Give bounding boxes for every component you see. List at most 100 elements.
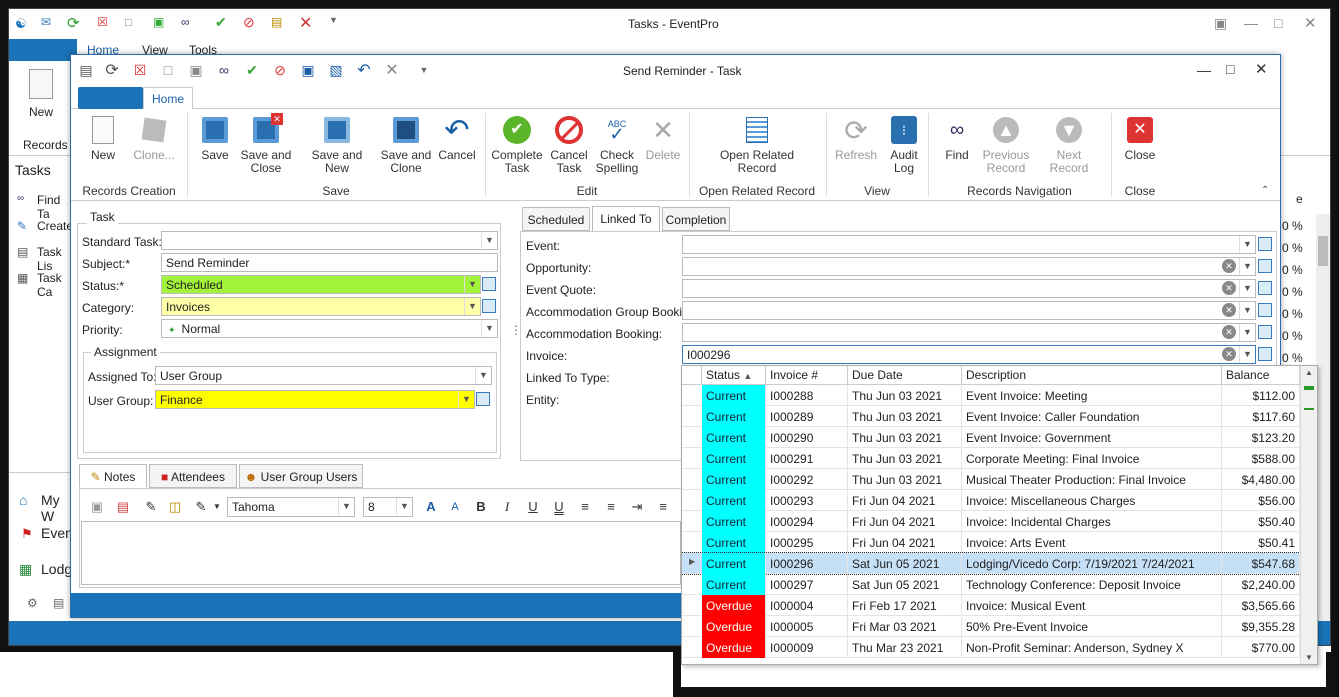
close-icon[interactable]: ✕ — [1304, 14, 1317, 32]
folder-icon[interactable]: ◫ — [165, 497, 185, 517]
cancel-button[interactable]: ↶ Cancel — [437, 115, 477, 162]
chevron-down-icon[interactable]: ▼ — [475, 367, 491, 384]
scroll-down-icon[interactable]: ▼ — [1305, 653, 1313, 662]
priority-field[interactable]: ✦ Normal ▼ — [161, 319, 498, 338]
tab-completion[interactable]: Completion — [662, 207, 730, 231]
numbering-icon[interactable]: ≡ — [601, 497, 621, 517]
accommodation-group-field[interactable]: ✕ ▼ — [682, 301, 1256, 320]
minimize-icon[interactable]: — — [1244, 15, 1258, 31]
refresh-button[interactable]: ⟳ Refresh — [831, 115, 881, 162]
table-row[interactable]: Overdue I000004 Fri Feb 17 2021 Invoice: Mu… — [682, 595, 1300, 616]
restore-icon[interactable]: ▣ — [1214, 15, 1227, 32]
save-and-new-button[interactable]: Save and New — [299, 115, 375, 175]
subject-field[interactable]: Send Reminder — [161, 253, 498, 272]
check-spelling-button[interactable]: ABC ✓ Check Spelling — [593, 115, 641, 175]
task-icon[interactable]: ▤ — [77, 61, 95, 79]
event-link-icon[interactable] — [1258, 237, 1272, 251]
collapse-ribbon-icon[interactable]: ⌃ — [1261, 185, 1269, 196]
nav-lodging[interactable]: Lodg — [41, 561, 72, 577]
save-and-clone-button[interactable]: Save and Clone — [379, 115, 433, 175]
standard-task-field[interactable]: ▼ — [161, 231, 498, 250]
check-icon[interactable]: ✔ — [243, 61, 261, 79]
sidebar-item-task-calendar[interactable]: Task Ca — [37, 271, 73, 299]
clone-button[interactable]: Clone... — [129, 115, 179, 162]
chevron-down-icon[interactable]: ▼ — [396, 498, 412, 515]
chevron-down-icon[interactable]: ▼ — [481, 232, 497, 249]
indent-icon[interactable]: ⇥ — [627, 497, 647, 517]
table-row[interactable]: Overdue I000009 Thu Mar 23 2021 Non-Profit … — [682, 637, 1300, 658]
italic-icon[interactable]: I — [497, 497, 517, 517]
chevron-down-icon[interactable]: ▼ — [1239, 346, 1255, 363]
chevron-down-icon[interactable]: ▼ — [1239, 324, 1255, 341]
chevron-down-icon[interactable]: ▼ — [1239, 258, 1255, 275]
font-size-select[interactable]: 8 ▼ — [363, 497, 413, 517]
delete-icon[interactable]: ✕ — [383, 61, 401, 79]
grid-scrollbar[interactable]: ▲ ▼ — [1300, 366, 1317, 664]
qat-customize-icon[interactable]: ▼ — [415, 61, 433, 79]
refresh-icon[interactable]: ⟳ — [103, 61, 121, 79]
tab-linked-to[interactable]: Linked To — [592, 206, 660, 232]
save-icon[interactable]: ▣ — [299, 61, 317, 79]
scroll-thumb[interactable] — [1304, 408, 1314, 410]
status-field[interactable]: Scheduled ▼ — [161, 275, 481, 294]
accommodation-group-link-icon[interactable] — [1258, 303, 1272, 317]
find-button[interactable]: ∞ Find — [937, 115, 977, 162]
event-field[interactable]: ▼ — [682, 235, 1256, 254]
double-underline-icon[interactable]: U — [549, 497, 569, 517]
sidebar-item-task-list[interactable]: Task Lis — [37, 245, 73, 273]
save-and-close-button[interactable]: ✕ Save and Close — [239, 113, 293, 175]
assigned-to-field[interactable]: User Group ▼ — [155, 366, 492, 385]
undo-icon[interactable]: ↶ — [355, 61, 373, 79]
chevron-down-icon[interactable]: ▼ — [1239, 302, 1255, 319]
edit-icon[interactable]: ✎ — [141, 497, 161, 517]
pdf-icon[interactable]: ▤ — [113, 497, 133, 517]
nav-my-work[interactable]: My W — [41, 492, 73, 524]
clipboard-icon[interactable]: ▤ — [271, 15, 282, 29]
category-link-icon[interactable] — [482, 299, 496, 313]
previous-record-button[interactable]: ▲ Previous Record — [981, 115, 1031, 175]
category-field[interactable]: Invoices ▼ — [161, 297, 481, 316]
qat-customize-icon[interactable]: ▼ — [329, 15, 338, 25]
open-related-record-button[interactable]: Open Related Record — [711, 115, 803, 175]
maximize-icon[interactable]: □ — [1274, 15, 1282, 31]
chevron-down-icon[interactable]: ▼ — [464, 298, 480, 315]
status-link-icon[interactable] — [482, 277, 496, 291]
binoculars-icon[interactable]: ∞ — [215, 61, 233, 79]
bg-scrollbar[interactable] — [1316, 214, 1330, 644]
new-document-icon[interactable]: □ — [159, 61, 177, 79]
clear-icon[interactable]: ✕ — [1222, 347, 1236, 361]
chevron-down-icon[interactable]: ▼ — [1239, 236, 1255, 253]
close-icon[interactable]: ✕ — [1255, 60, 1268, 78]
invoice-field[interactable]: I000296 ✕ ▼ — [682, 345, 1256, 364]
sidebar-item-create[interactable]: Create — [37, 219, 73, 233]
tab-notes[interactable]: ✎ Notes — [79, 464, 147, 488]
clone-icon[interactable]: ▣ — [187, 61, 205, 79]
tab-scheduled[interactable]: Scheduled — [522, 207, 590, 231]
bold-icon[interactable]: B — [471, 497, 491, 517]
clear-icon[interactable]: ✕ — [1222, 325, 1236, 339]
new-button[interactable]: New — [85, 115, 121, 162]
table-row[interactable]: Current I000295 Fri Jun 04 2021 Invoice: Ar… — [682, 532, 1300, 553]
column-header-invoice[interactable]: Invoice # — [766, 366, 848, 385]
accommodation-booking-field[interactable]: ✕ ▼ — [682, 323, 1256, 342]
notes-editor[interactable] — [81, 521, 681, 585]
underline-icon[interactable]: U — [523, 497, 543, 517]
delete-icon[interactable]: ✕ — [299, 13, 312, 33]
table-row[interactable]: ▶ Current I000296 Sat Jun 05 2021 Lodging/Vi… — [682, 552, 1300, 575]
event-quote-field[interactable]: ✕ ▼ — [682, 279, 1256, 298]
user-group-field[interactable]: Finance ▼ — [155, 390, 475, 409]
column-header-description[interactable]: Description — [962, 366, 1222, 385]
app-menu-button[interactable] — [9, 39, 77, 61]
invoice-link-icon[interactable] — [1258, 347, 1272, 361]
document-icon[interactable]: □ — [125, 15, 132, 29]
chevron-down-icon[interactable]: ▼ — [1239, 280, 1255, 297]
delete-button[interactable]: ✕ Delete — [643, 115, 683, 162]
complete-task-button[interactable]: ✔ Complete Task — [491, 115, 543, 175]
clear-icon[interactable]: ✕ — [1222, 281, 1236, 295]
column-header-due-date[interactable]: Due Date — [848, 366, 962, 385]
close-button[interactable]: ✕ Close — [1121, 115, 1159, 162]
column-header-balance[interactable]: Balance — [1222, 366, 1300, 385]
scroll-up-icon[interactable]: ▲ — [1305, 368, 1313, 377]
no-entry-icon[interactable]: ⊘ — [271, 61, 289, 79]
table-row[interactable]: Current I000292 Thu Jun 03 2021 Musical The… — [682, 469, 1300, 490]
